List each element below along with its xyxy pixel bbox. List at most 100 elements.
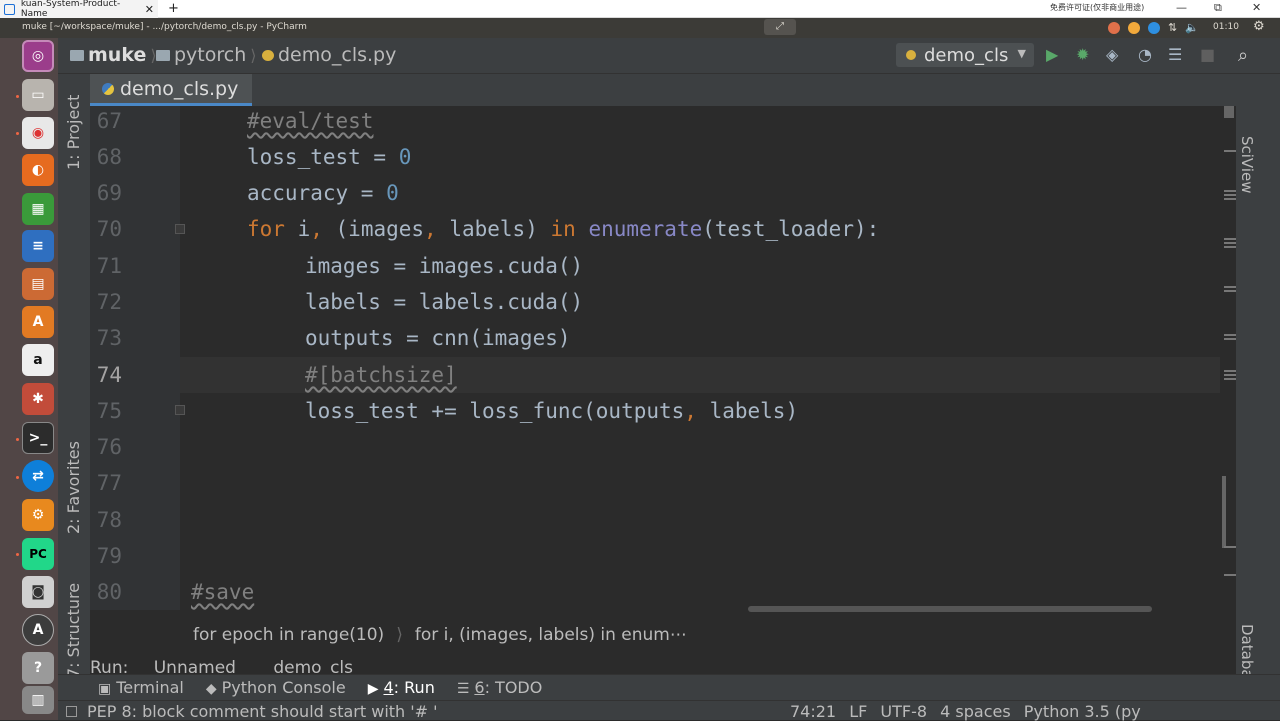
run-configuration-select[interactable]: demo_cls ▼ bbox=[896, 43, 1034, 67]
files-icon[interactable]: ▭ bbox=[22, 79, 54, 111]
system-tray: ⇅ 🔈 bbox=[1108, 21, 1199, 34]
firefox-icon[interactable]: ◐ bbox=[22, 154, 54, 186]
spreadsheet-icon[interactable]: ▦ bbox=[22, 193, 54, 225]
run-icon: ▶ bbox=[367, 681, 379, 697]
impress-icon[interactable]: ▤ bbox=[22, 268, 54, 300]
run-tool-button[interactable]: ▶ 4: Run bbox=[368, 678, 435, 697]
line-number: 67 bbox=[96, 109, 122, 133]
python-interpreter[interactable]: Python 3.5 (py bbox=[1024, 702, 1141, 721]
terminal-icon[interactable]: >_ bbox=[22, 422, 54, 454]
breadcrumb-project[interactable]: muke ⟩ bbox=[70, 44, 161, 66]
error-mark[interactable] bbox=[1224, 238, 1236, 240]
teamviewer-tray-icon[interactable] bbox=[1148, 21, 1160, 34]
caret-position[interactable]: 74:21 bbox=[790, 702, 836, 721]
error-stripe bbox=[1220, 106, 1236, 610]
chrome-icon[interactable]: ◉ bbox=[22, 117, 54, 149]
sciview-tool-button[interactable]: SciView bbox=[1238, 136, 1256, 194]
error-mark[interactable] bbox=[1224, 286, 1236, 288]
error-mark[interactable] bbox=[1224, 370, 1236, 372]
clock[interactable]: 01:10 bbox=[1213, 22, 1239, 32]
breadcrumb-folder[interactable]: pytorch ⟩ bbox=[156, 44, 261, 66]
stop-icon[interactable]: ■ bbox=[1200, 45, 1215, 64]
code-line: loss_test = 0 bbox=[247, 145, 412, 169]
ubuntu-top-panel: muke [~/workspace/muke] - .../pytorch/de… bbox=[0, 18, 1280, 38]
trash-icon[interactable]: ▥ bbox=[22, 686, 54, 714]
file-encoding[interactable]: UTF-8 bbox=[880, 702, 927, 721]
status-bar: PEP 8: block comment should start with '… bbox=[58, 700, 1280, 721]
new-tab-plus-icon[interactable]: + bbox=[168, 1, 179, 16]
error-mark[interactable] bbox=[1224, 198, 1236, 200]
host-tab[interactable]: kuan-System-Product-Name ✕ bbox=[0, 0, 158, 19]
breadcrumb-for-epoch[interactable]: for epoch in range(10) bbox=[193, 625, 384, 645]
error-mark[interactable] bbox=[1224, 378, 1236, 380]
error-mark[interactable] bbox=[1224, 150, 1236, 152]
profile-icon[interactable]: ◔ bbox=[1138, 45, 1152, 64]
breadcrumb-file[interactable]: demo_cls.py bbox=[262, 44, 396, 66]
error-mark[interactable] bbox=[1224, 246, 1236, 248]
editor-tab-demo-cls[interactable]: demo_cls.py bbox=[90, 74, 252, 106]
python-file-icon bbox=[262, 49, 274, 61]
coverage-icon[interactable]: ◈ bbox=[1106, 45, 1118, 64]
code-line: accuracy = 0 bbox=[247, 181, 399, 205]
line-number: 77 bbox=[96, 471, 122, 495]
error-mark[interactable] bbox=[1224, 374, 1236, 376]
error-mark[interactable] bbox=[1224, 546, 1236, 548]
python-console-tool-button[interactable]: ◆ Python Console bbox=[206, 678, 346, 697]
running-indicator bbox=[16, 95, 19, 98]
error-mark[interactable] bbox=[1224, 194, 1236, 196]
error-mark[interactable] bbox=[1224, 190, 1236, 192]
error-mark[interactable] bbox=[1224, 242, 1236, 244]
window-title: muke [~/workspace/muke] - .../pytorch/de… bbox=[22, 22, 307, 32]
concurrency-icon[interactable]: ☰ bbox=[1168, 45, 1182, 64]
volume-icon[interactable]: 🔈 bbox=[1185, 21, 1199, 34]
error-mark[interactable] bbox=[1224, 290, 1236, 292]
status-message[interactable]: PEP 8: block comment should start with '… bbox=[66, 702, 438, 721]
help-icon[interactable]: ? bbox=[22, 652, 54, 684]
window-close-icon[interactable]: ✕ bbox=[1252, 1, 1261, 14]
debug-icon[interactable]: ✹ bbox=[1076, 45, 1089, 64]
horizontal-scrollbar[interactable] bbox=[748, 606, 1152, 612]
python-file-icon bbox=[102, 82, 114, 95]
inspection-status-icon[interactable] bbox=[1224, 106, 1234, 118]
pycharm-icon[interactable]: PC bbox=[22, 538, 54, 570]
error-mark[interactable] bbox=[1224, 334, 1236, 336]
indent-setting[interactable]: 4 spaces bbox=[940, 702, 1011, 721]
app-indicator-icon[interactable] bbox=[1128, 21, 1140, 34]
amazon-icon[interactable]: a bbox=[22, 344, 54, 376]
dash-icon[interactable]: ◎ bbox=[22, 40, 54, 72]
software-center-icon[interactable]: A bbox=[22, 306, 54, 338]
input-method-icon[interactable] bbox=[1108, 21, 1120, 34]
remote-toolbar-button[interactable]: ⤢ bbox=[764, 19, 796, 35]
close-icon[interactable]: ✕ bbox=[145, 3, 154, 16]
right-tool-stripe: SciView Database bbox=[1236, 74, 1280, 698]
search-icon[interactable]: ⌕ bbox=[1238, 45, 1248, 66]
power-gear-icon[interactable]: ⚙ bbox=[1253, 19, 1265, 34]
todo-tool-button[interactable]: ☰ 6: TODO bbox=[457, 678, 543, 697]
settings-tools-icon[interactable]: ✱ bbox=[22, 383, 54, 415]
system-settings-icon[interactable]: ⚙ bbox=[22, 499, 54, 531]
line-number: 71 bbox=[96, 254, 122, 278]
updates-icon[interactable]: A bbox=[22, 614, 54, 646]
minimize-icon[interactable]: — bbox=[1176, 1, 1187, 14]
code-line: #eval/test bbox=[247, 109, 374, 133]
remote-app-icon bbox=[4, 3, 15, 15]
fold-marker-icon[interactable] bbox=[175, 224, 185, 234]
tool-windows-toggle-icon[interactable] bbox=[66, 706, 77, 717]
fold-marker-icon[interactable] bbox=[175, 405, 185, 415]
terminal-tool-button[interactable]: ▣ Terminal bbox=[98, 678, 184, 697]
network-icon[interactable]: ⇅ bbox=[1168, 21, 1177, 34]
error-mark[interactable] bbox=[1224, 338, 1236, 340]
scroll-thumb[interactable] bbox=[1222, 476, 1226, 548]
line-number: 76 bbox=[96, 435, 122, 459]
restore-icon[interactable]: ⧉ bbox=[1214, 1, 1222, 15]
chevron-right-icon: ⟩ bbox=[396, 625, 403, 645]
error-mark[interactable] bbox=[1224, 574, 1236, 576]
line-separator[interactable]: LF bbox=[849, 702, 867, 721]
writer-icon[interactable]: ≡ bbox=[22, 230, 54, 262]
breadcrumb-for-images[interactable]: for i, (images, labels) in enum⋯ bbox=[415, 625, 687, 645]
teamviewer-icon[interactable]: ⇄ bbox=[22, 460, 54, 492]
line-number: 78 bbox=[96, 508, 122, 532]
chevron-right-icon: ⟩ bbox=[250, 45, 257, 65]
camera-icon[interactable]: ◙ bbox=[22, 576, 54, 608]
run-icon[interactable]: ▶ bbox=[1046, 45, 1058, 64]
